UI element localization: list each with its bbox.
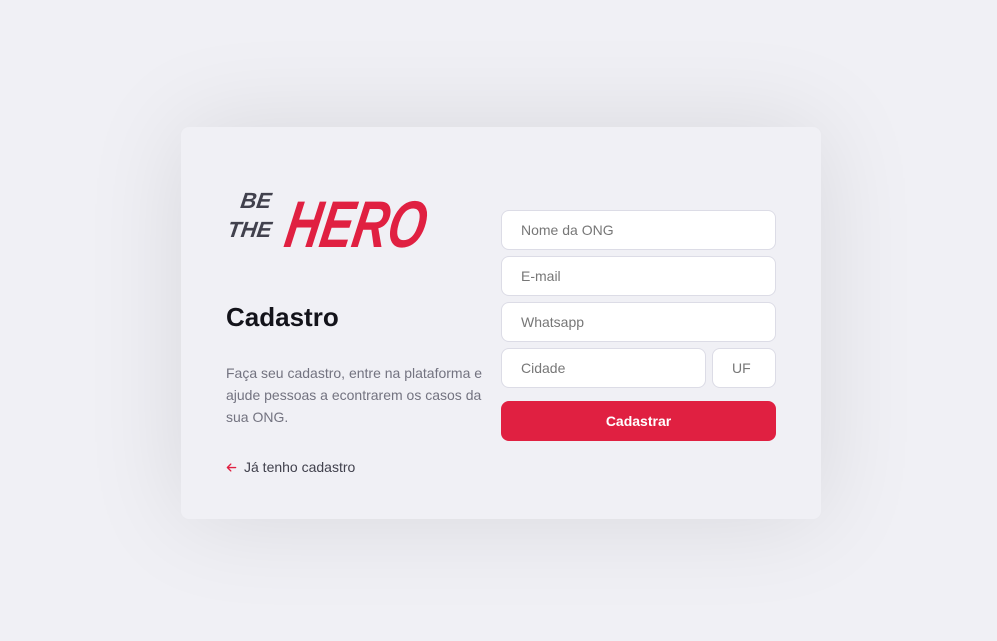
register-button[interactable]: Cadastrar: [501, 401, 776, 441]
back-link-label: Já tenho cadastro: [244, 459, 356, 475]
be-the-hero-logo: BE THE HERO: [226, 188, 428, 259]
page-description: Faça seu cadastro, entre na plataforma e…: [226, 365, 483, 425]
location-row: [501, 348, 776, 394]
register-info-section: BE THE HERO Cadastro Faça seu cadastro, …: [226, 171, 496, 475]
email-input[interactable]: [501, 256, 776, 296]
page-title: Cadastro: [226, 302, 339, 332]
city-input[interactable]: [501, 348, 706, 388]
uf-input[interactable]: [712, 348, 776, 388]
logo-text-the: THE: [226, 217, 275, 242]
register-form: Cadastrar: [501, 210, 776, 441]
back-to-login-link[interactable]: Já tenho cadastro: [226, 459, 496, 475]
logo-text-hero: HERO: [280, 188, 428, 259]
whatsapp-input[interactable]: [501, 302, 776, 342]
logo-text-be: BE: [239, 188, 274, 213]
arrow-left-icon: [226, 462, 237, 472]
register-card: BE THE HERO Cadastro Faça seu cadastro, …: [181, 127, 821, 519]
ong-name-input[interactable]: [501, 210, 776, 250]
